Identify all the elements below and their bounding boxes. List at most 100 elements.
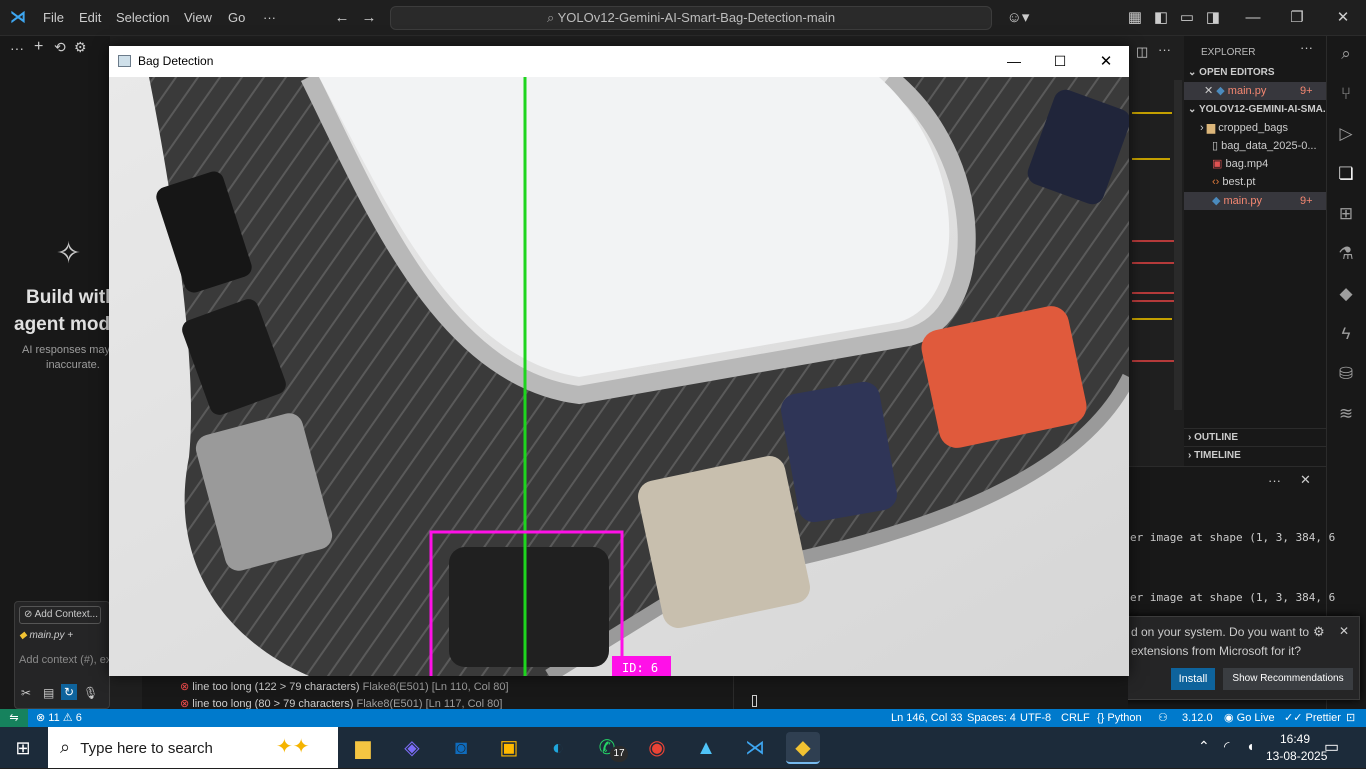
extensions-icon[interactable]: ⊞ [1336,204,1356,224]
split-editor-icon[interactable]: ◫ [1136,44,1148,60]
menu-view[interactable]: View [184,0,212,36]
add-icon[interactable]: + [64,630,73,641]
add-context-button[interactable]: ⊘ Add Context... [19,606,101,624]
python-version[interactable]: 3.12.0 [1182,709,1213,727]
store-icon[interactable]: ▣ [492,732,526,764]
clock-date[interactable]: 13-08-2025 [1266,749,1327,763]
database-icon[interactable]: ⛁ [1336,364,1356,384]
mic-icon[interactable]: 🎙 [83,686,98,700]
show-hidden-icons-icon[interactable]: ⌃ [1198,738,1210,755]
code-file-icon: ‹› [1212,176,1223,188]
attach-icon: ⊘ [24,609,35,620]
notification-gear-icon[interactable]: ⚙ [1313,624,1325,640]
close-icon[interactable]: ✕ [1204,85,1216,97]
notifications-bell-icon[interactable]: ⊡ [1346,709,1355,727]
language-mode[interactable]: {} Python [1097,709,1142,727]
run-debug-icon[interactable]: ▷ [1336,124,1356,144]
file-item-main-py[interactable]: ◆ main.py 9+ [1184,192,1326,210]
prettier-button[interactable]: ✓✓ Prettier [1284,709,1341,727]
python-app-icon[interactable]: ◆ [786,732,820,764]
minimize-icon[interactable]: — [1243,8,1263,28]
menu-file[interactable]: File [43,0,64,36]
tools-icon[interactable]: ✂ [21,686,31,700]
menu-selection[interactable]: Selection [116,0,169,36]
edge-icon[interactable]: ◐ [541,732,575,764]
python-env-icon[interactable]: ⚇ [1158,709,1168,727]
network-icon[interactable]: ◜ [1224,738,1229,755]
python-icon[interactable]: ◆ [1336,284,1356,304]
outline-section[interactable]: › OUTLINE [1184,428,1326,446]
file-chip[interactable]: ◆ main.py + [19,628,93,644]
menu-more[interactable]: ··· [263,0,276,36]
editor-minimap[interactable]: ◫ ··· [1128,42,1184,470]
new-chat-icon[interactable]: + [34,38,43,56]
project-section[interactable]: ⌄ YOLOV12-GEMINI-AI-SMA... [1184,101,1326,119]
windows-start-icon[interactable]: ⊞ [12,737,34,759]
install-button[interactable]: Install [1171,668,1215,690]
notification-close-icon[interactable]: ✕ [1339,624,1349,638]
taskbar-search[interactable]: ⌕ Type here to search ✦✦ [48,727,338,768]
file-item-bag-data[interactable]: ▯ bag_data_2025-0... [1184,137,1326,155]
explorer-icon[interactable]: ❏ [1336,164,1356,184]
timeline-section[interactable]: › TIMELINE [1184,446,1326,464]
copilot-app-icon[interactable]: ◈ [395,732,429,764]
toggle-sidebar-icon[interactable]: ◧ [1151,8,1171,28]
notification-center-icon[interactable]: ▭ [1324,737,1339,757]
panel-more-icon[interactable]: ··· [1268,473,1281,488]
whatsapp-icon[interactable]: ✆ 17 [590,732,628,764]
line-endings[interactable]: CRLF [1061,709,1090,727]
window-minimize-icon[interactable]: — [999,46,1029,77]
file-item-bag-mp4[interactable]: ▣ bag.mp4 [1184,155,1326,173]
problem-row[interactable]: ⊗ line too long (122 > 79 characters) Fl… [180,680,509,693]
toggle-secondary-sidebar-icon[interactable]: ◨ [1203,8,1223,28]
bolt-icon[interactable]: ϟ [1336,324,1356,344]
close-icon[interactable]: ✕ [1333,8,1353,28]
toggle-panel-icon[interactable]: ▭ [1177,8,1197,28]
folder-icon: ▆ [1206,122,1219,134]
volume-icon[interactable]: ◖ [1246,738,1254,754]
history-icon[interactable]: ⟲ [54,39,66,56]
more-actions-icon[interactable]: ··· [1158,42,1171,57]
forward-arrow-icon[interactable]: → [359,8,379,28]
menu-edit[interactable]: Edit [79,0,101,36]
open-editors-section[interactable]: ⌄ OPEN EDITORS [1184,64,1326,82]
search-icon[interactable]: ⌕ [1336,44,1356,64]
scrollbar[interactable] [1174,80,1182,410]
more-actions-icon[interactable]: ··· [10,40,24,56]
mode-icon[interactable]: ▤ [43,686,54,700]
layout-customize-icon[interactable]: ▦ [1125,8,1145,28]
layers-icon[interactable]: ≋ [1336,404,1356,424]
remote-icon[interactable]: ⇋ [0,709,28,727]
file-item-best-pt[interactable]: ‹› best.pt [1184,173,1326,191]
chrome-icon[interactable]: ◉ [640,732,674,764]
photos-icon[interactable]: ▲ [689,732,723,764]
refresh-icon[interactable]: ↻ [61,684,77,700]
panel-close-icon[interactable]: ✕ [1300,472,1311,488]
explorer-more-icon[interactable]: ··· [1300,40,1313,55]
open-editor-item-main[interactable]: ✕ ◆ main.py 9+ [1184,82,1326,100]
file-explorer-icon[interactable]: ▆ [346,732,380,764]
window-maximize-icon[interactable]: ☐ [1045,46,1075,77]
file-item-cropped-bags[interactable]: › ▆ cropped_bags [1184,119,1326,137]
show-recommendations-button[interactable]: Show Recommendations [1223,668,1353,690]
testing-icon[interactable]: ⚗ [1336,244,1356,264]
menu-go[interactable]: Go [228,0,245,36]
chat-input-box[interactable]: ⊘ Add Context... ◆ main.py + Add context… [14,601,111,709]
copilot-icon[interactable]: ☺▾ [1004,8,1032,28]
indentation[interactable]: Spaces: 4 [967,709,1016,727]
chat-input[interactable]: Add context (#), ex [19,654,111,666]
go-live-button[interactable]: ◉ Go Live [1224,709,1275,727]
cursor-position[interactable]: Ln 146, Col 33 [891,709,963,727]
encoding[interactable]: UTF-8 [1020,709,1051,727]
window-close-icon[interactable]: ✕ [1091,46,1121,77]
outlook-icon[interactable]: ◙ [444,732,478,764]
settings-gear-icon[interactable]: ⚙ [74,39,87,56]
restore-icon[interactable]: ❐ [1287,8,1307,28]
minimap-line [1132,318,1172,320]
vscode-app-icon[interactable]: ⋊ [738,732,772,764]
problems-status[interactable]: ⊗ 11 ⚠ 6 [36,709,82,727]
back-arrow-icon[interactable]: ← [332,8,352,28]
clock-time[interactable]: 16:49 [1280,732,1310,746]
command-center-search[interactable]: ⌕ YOLOv12-Gemini-AI-Smart-Bag-Detection-… [390,6,992,30]
source-control-icon[interactable]: ⑂ [1336,84,1356,104]
